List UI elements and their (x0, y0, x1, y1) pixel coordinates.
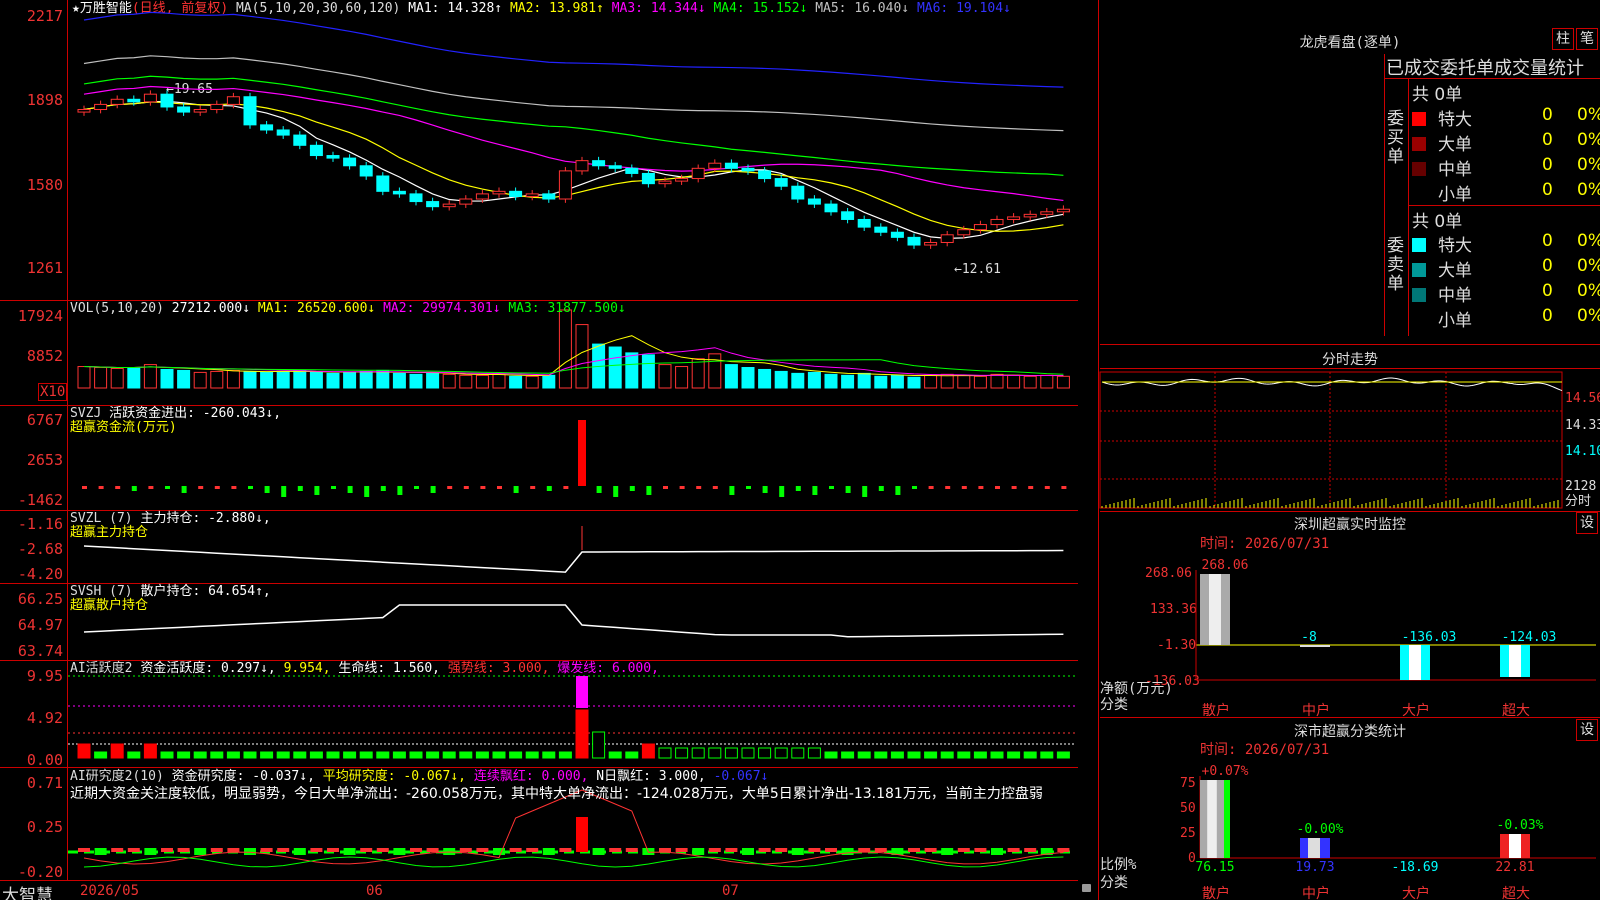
intraday-price-line (1101, 377, 1563, 392)
sz-class-bar (1207, 780, 1217, 858)
sz-monitor-bar (1409, 645, 1421, 680)
side-charts (1099, 371, 1596, 859)
sz-monitor-bar (1509, 645, 1521, 677)
sz-monitor-bar (1209, 574, 1221, 645)
sz-class-bar (1509, 834, 1521, 858)
sz-class-bar (1308, 838, 1320, 858)
intraday-frame (1099, 371, 1563, 509)
sz-monitor-bar (1300, 645, 1330, 647)
